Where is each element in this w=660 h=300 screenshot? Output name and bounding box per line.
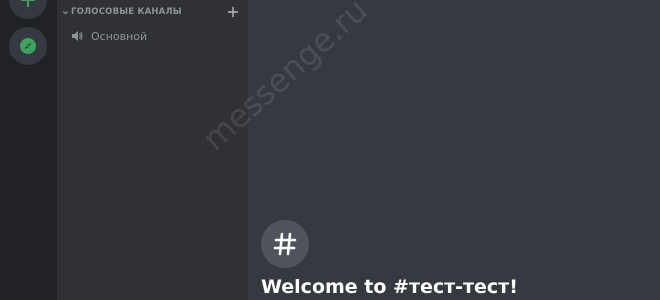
category-label: ГОЛОСОВЫЕ КАНАЛЫ bbox=[71, 7, 182, 17]
hash-icon bbox=[261, 220, 309, 268]
channel-sidebar: ГОЛОСОВЫЕ КАНАЛЫ Основной bbox=[57, 0, 248, 300]
plus-icon bbox=[19, 0, 37, 9]
app-window: ГОЛОСОВЫЕ КАНАЛЫ Основной Welcome to #те… bbox=[0, 0, 660, 300]
chevron-down-icon bbox=[61, 8, 69, 16]
speaker-icon bbox=[69, 28, 85, 44]
server-rail bbox=[0, 0, 57, 300]
add-channel-button[interactable] bbox=[226, 5, 240, 19]
chat-area: Welcome to #тест-тест! bbox=[248, 0, 660, 300]
channel-label: Основной bbox=[91, 29, 148, 43]
welcome-title: Welcome to #тест-тест! bbox=[261, 276, 518, 298]
compass-icon bbox=[18, 36, 38, 56]
add-server-button[interactable] bbox=[9, 0, 47, 19]
category-voice-channels[interactable]: ГОЛОСОВЫЕ КАНАЛЫ bbox=[61, 4, 240, 20]
plus-icon bbox=[227, 3, 239, 22]
channel-item-osnovnoy[interactable]: Основной bbox=[65, 26, 240, 46]
explore-servers-button[interactable] bbox=[9, 27, 47, 65]
